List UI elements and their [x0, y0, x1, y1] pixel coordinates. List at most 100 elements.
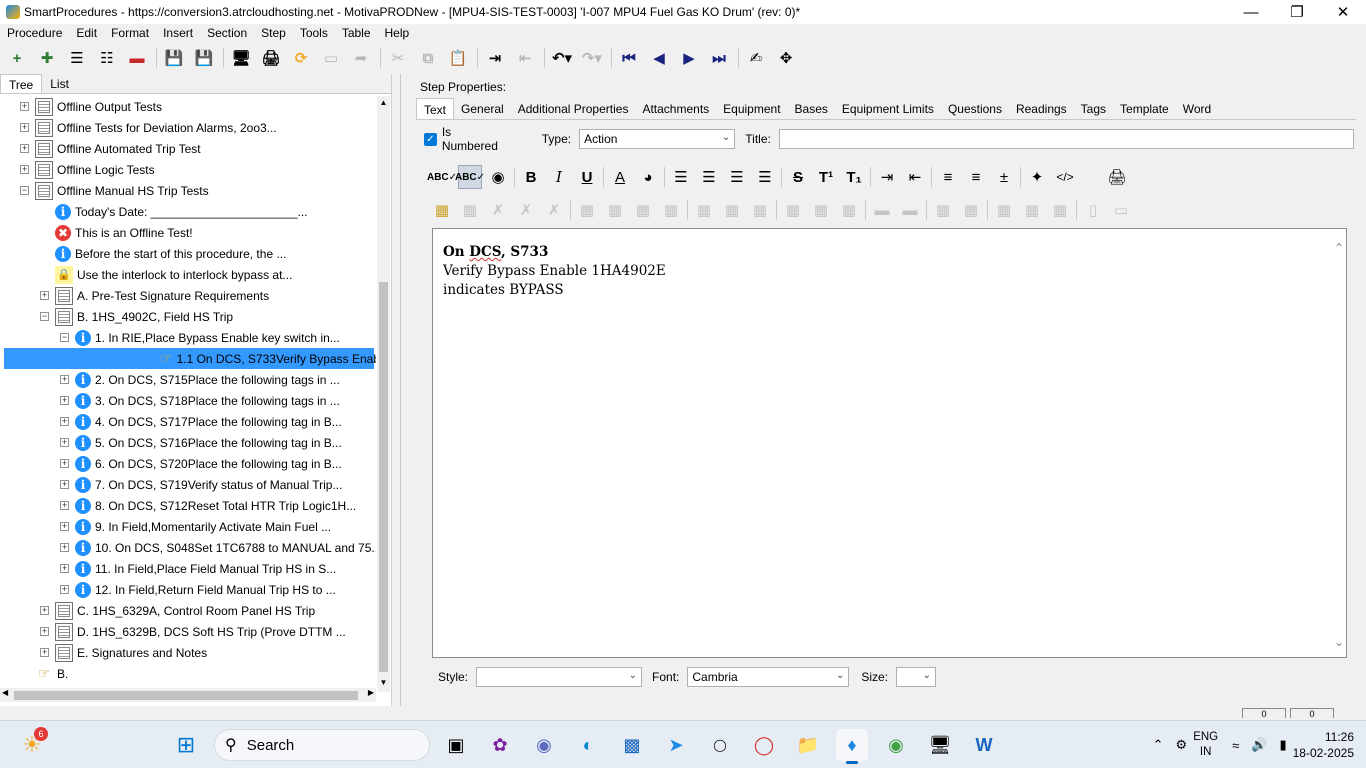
tree-item[interactable]: + Offline Tests for Deviation Alarms, 2oo… [20, 117, 277, 138]
store-icon[interactable]: ▩ [616, 729, 648, 761]
align-right-icon[interactable]: ☰ [725, 165, 749, 189]
style-select[interactable]: ⌄ [476, 667, 643, 687]
menu-step[interactable]: Step [254, 24, 293, 42]
restore-icon[interactable]: ❐ [1274, 0, 1320, 24]
numbered-list-icon[interactable]: ≡ [964, 165, 988, 189]
expand-icon[interactable]: + [40, 606, 49, 615]
tree-item[interactable]: + A. Pre-Test Signature Requirements [40, 285, 269, 306]
bullet-list-icon[interactable]: ≡ [936, 165, 960, 189]
is-numbered-checkbox[interactable]: ✓ [424, 132, 437, 146]
justify-icon[interactable]: ☰ [753, 165, 777, 189]
align-left-icon[interactable]: ☰ [669, 165, 693, 189]
close-icon[interactable]: ✕ [1320, 0, 1366, 24]
list-outline-icon[interactable]: ☷ [96, 47, 118, 69]
expand-icon[interactable]: + [60, 396, 69, 405]
tree-item[interactable]: + i 7. On DCS, S719Verify status of Manual… [60, 474, 342, 495]
tab-bases[interactable]: Bases [788, 98, 835, 119]
tree-item[interactable]: + Offline Logic Tests [20, 159, 155, 180]
tree-item[interactable]: i Before the start of this procedure, the… [40, 243, 286, 264]
teams-icon[interactable]: ◉ [528, 729, 560, 761]
scroll-right-icon[interactable]: ▶ [368, 688, 374, 697]
table-tool-icon[interactable]: ✗ [542, 198, 566, 222]
network-status-icon[interactable]: ⚙ [1176, 737, 1188, 753]
table-tool-icon[interactable]: ▦ [931, 198, 955, 222]
tree-item[interactable]: + Offline Automated Trip Test [20, 138, 201, 159]
menu-help[interactable]: Help [378, 24, 417, 42]
add-child-icon[interactable]: ✚ [36, 47, 58, 69]
expand-icon[interactable]: + [60, 375, 69, 384]
tree-item[interactable]: + i 12. In Field,Return Field Manual Trip … [60, 579, 336, 600]
dell-icon[interactable]: ◯ [704, 729, 736, 761]
expand-icon[interactable]: + [60, 543, 69, 552]
expand-icon[interactable]: + [60, 480, 69, 489]
subscript-icon[interactable]: T₁ [842, 165, 866, 189]
html-source-icon[interactable]: </> [1053, 165, 1077, 189]
windows-start-icon[interactable]: ⊞ [170, 729, 202, 761]
tab-text[interactable]: Text [416, 98, 455, 119]
move-icon[interactable]: ✥ [775, 47, 797, 69]
expand-icon[interactable]: + [60, 417, 69, 426]
print-icon[interactable]: 🖨 [260, 47, 282, 69]
redo-icon[interactable]: ↷▾ [581, 47, 603, 69]
print-preview-icon[interactable]: 🖨 [1105, 165, 1129, 189]
tree-item[interactable]: + i 3. On DCS, S718Place the following tag… [60, 390, 340, 411]
scroll-left-icon[interactable]: ◀ [2, 688, 8, 697]
scroll-down-icon[interactable]: ▼ [377, 678, 390, 690]
table-tool-icon[interactable]: ▦ [692, 198, 716, 222]
tree-item[interactable]: + Offline Output Tests [20, 96, 162, 117]
expand-icon[interactable]: + [60, 459, 69, 468]
expand-icon[interactable]: + [20, 123, 29, 132]
pane-splitter[interactable] [400, 74, 406, 706]
menu-tools[interactable]: Tools [293, 24, 335, 42]
expand-icon[interactable]: + [20, 165, 29, 174]
table-tool-icon[interactable]: ▦ [959, 198, 983, 222]
fill-color-icon[interactable]: ◕ [636, 165, 660, 189]
smartprocedures-app-icon[interactable]: ♦ [836, 729, 868, 764]
expand-icon[interactable]: + [40, 291, 49, 300]
table-tool-icon[interactable]: ▦ [575, 198, 599, 222]
tab-questions[interactable]: Questions [941, 98, 1009, 119]
underline-icon[interactable]: U [575, 165, 599, 189]
cut-icon[interactable]: ✂ [387, 47, 409, 69]
task-view-icon[interactable]: ▣ [440, 729, 472, 761]
upload-icon[interactable]: 🖥 [230, 47, 252, 69]
word-icon[interactable]: W [968, 729, 1000, 761]
highlight-icon[interactable]: ◉ [486, 165, 510, 189]
undo-icon[interactable]: ↶▾ [551, 47, 573, 69]
expand-icon[interactable]: + [60, 564, 69, 573]
strikethrough-icon[interactable]: S [786, 165, 810, 189]
expand-icon[interactable]: + [60, 585, 69, 594]
bold-icon[interactable]: B [519, 165, 543, 189]
expand-icon[interactable]: + [40, 648, 49, 657]
volume-icon[interactable]: 🔊 [1251, 737, 1267, 753]
tree-item[interactable]: − Offline Manual HS Trip Tests [20, 180, 209, 201]
table-tool-icon[interactable]: ▦ [720, 198, 744, 222]
copy-icon[interactable]: ⧉ [417, 47, 439, 69]
tab-general[interactable]: General [454, 98, 511, 119]
table-tool-icon[interactable]: ✗ [514, 198, 538, 222]
table-tool-icon[interactable]: ▬ [898, 198, 922, 222]
auto-spellcheck-icon[interactable]: ABC✓ [455, 165, 485, 189]
title-input[interactable] [778, 129, 1354, 149]
tree-item[interactable]: + i 10. On DCS, S048Set 1TC6788 to MANUAL … [60, 537, 376, 558]
indent-icon[interactable]: ⇥ [484, 47, 506, 69]
table-tool-icon[interactable]: ▦ [748, 198, 772, 222]
italic-icon[interactable]: I [547, 165, 571, 189]
clock[interactable]: 11:26 18-02-2025 [1293, 729, 1354, 761]
chrome-icon[interactable]: ◉ [880, 729, 912, 761]
menu-table[interactable]: Table [335, 24, 378, 42]
tab-word[interactable]: Word [1176, 98, 1218, 119]
superscript-icon[interactable]: T¹ [814, 165, 838, 189]
first-icon[interactable]: ⏮ [618, 47, 640, 69]
edge-icon[interactable]: ◐ [572, 729, 604, 761]
tab-tags[interactable]: Tags [1074, 98, 1113, 119]
next-icon[interactable]: ▶ [678, 47, 700, 69]
paste-icon[interactable]: 📋 [447, 47, 469, 69]
file-explorer-icon[interactable]: 📁 [792, 729, 824, 761]
list-icon[interactable]: ☰ [66, 47, 88, 69]
tree-item[interactable]: ✖ This is an Offline Test! [40, 222, 193, 243]
insert-symbol-icon[interactable]: ± [992, 165, 1016, 189]
editor-content[interactable]: On DCS, S733 Verify Bypass Enable 1HA490… [443, 243, 666, 300]
table-tool-icon[interactable]: ▦ [837, 198, 861, 222]
table-tool-icon[interactable]: ▦ [992, 198, 1016, 222]
